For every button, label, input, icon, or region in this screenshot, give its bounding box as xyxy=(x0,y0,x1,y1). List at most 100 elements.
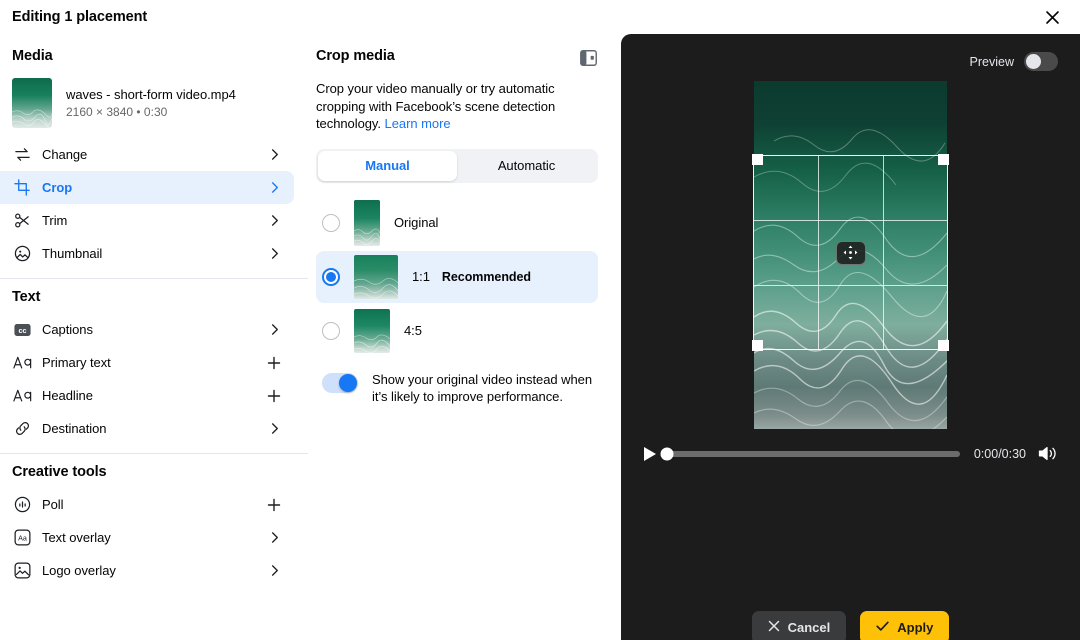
sidebar-item-label: Headline xyxy=(42,388,93,403)
sidebar-item-label: Primary text xyxy=(42,355,111,370)
sidebar-item-logo-overlay[interactable]: Logo overlay xyxy=(0,554,294,587)
video-stage xyxy=(752,81,949,429)
sidebar-item-thumbnail[interactable]: Thumbnail xyxy=(0,237,294,270)
original-video-toggle-row[interactable]: Show your original video instead when it… xyxy=(316,371,598,406)
learn-more-link[interactable]: Learn more xyxy=(385,116,451,131)
crop-handle-bottom-left[interactable] xyxy=(752,340,763,351)
cancel-button[interactable]: Cancel xyxy=(751,611,847,640)
preview-toggle[interactable] xyxy=(1024,52,1058,71)
sidebar-item-label: Thumbnail xyxy=(42,246,103,261)
apply-button[interactable]: Apply xyxy=(860,611,950,640)
crop-handle-bottom-right[interactable] xyxy=(938,340,949,351)
svg-text:cc: cc xyxy=(18,325,26,334)
section-title-creative-tools: Creative tools xyxy=(12,464,107,480)
ratio-thumbnail xyxy=(354,308,390,353)
poll-icon xyxy=(12,495,32,515)
plus-icon xyxy=(266,389,282,403)
text-format-icon xyxy=(12,386,32,406)
radio-1-1[interactable] xyxy=(322,267,340,286)
thumbnail-icon xyxy=(12,244,32,264)
scissors-icon xyxy=(12,211,32,231)
video-scrubber[interactable] xyxy=(660,447,960,460)
radio-original[interactable] xyxy=(322,213,340,232)
close-icon[interactable] xyxy=(1038,3,1066,31)
sidebar-item-label: Destination xyxy=(42,421,107,436)
sidebar-item-label: Change xyxy=(42,147,88,162)
media-file-row[interactable]: waves - short-form video.mp4 2160 × 3840… xyxy=(0,72,308,138)
ratio-label-group: 1:1 Recommended xyxy=(412,269,531,284)
chevron-right-icon xyxy=(266,323,282,336)
ratio-label: 4:5 xyxy=(404,323,422,338)
page-title: Editing 1 placement xyxy=(12,9,148,25)
chevron-right-icon xyxy=(266,564,282,577)
crop-ratio-option-original[interactable]: Original xyxy=(316,197,598,249)
swap-arrows-icon xyxy=(12,145,32,165)
media-thumbnail xyxy=(12,78,52,128)
close-icon xyxy=(768,620,780,635)
ratio-label: Original xyxy=(394,215,439,230)
text-overlay-icon: Aa xyxy=(12,528,32,548)
crop-panel-header: Crop media xyxy=(316,48,598,68)
text-format-icon xyxy=(12,353,32,373)
crop-ratio-option-4-5[interactable]: 4:5 xyxy=(316,305,598,357)
scrubber-knob[interactable] xyxy=(660,447,674,460)
media-file-name: waves - short-form video.mp4 xyxy=(66,87,236,102)
chevron-right-icon xyxy=(266,148,282,161)
crop-ratio-option-1-1[interactable]: 1:1 Recommended xyxy=(316,250,598,303)
sidebar-item-crop[interactable]: Crop xyxy=(0,171,294,204)
editor-dialog: Editing 1 placement Media waves - short-… xyxy=(0,0,1080,640)
dialog-footer: Cancel Apply xyxy=(621,611,1080,640)
original-video-toggle-label: Show your original video instead when it… xyxy=(372,371,593,405)
section-title-text: Text xyxy=(12,289,41,305)
video-time: 0:00/0:30 xyxy=(973,446,1026,461)
crop-selection-box[interactable] xyxy=(752,154,949,351)
play-icon[interactable] xyxy=(643,446,657,462)
crop-mode-tabs: Manual Automatic xyxy=(316,148,598,183)
chevron-right-icon xyxy=(266,214,282,227)
ratio-label-group: Original xyxy=(394,215,438,230)
volume-icon[interactable] xyxy=(1038,445,1058,462)
section-title-media: Media xyxy=(12,48,53,64)
sidebar-item-change[interactable]: Change xyxy=(0,138,294,171)
ratio-label: 1:1 xyxy=(412,269,430,284)
ratio-label-group: 4:5 xyxy=(404,323,422,338)
sidebar-item-label: Text overlay xyxy=(42,530,111,545)
crop-media-panel: Crop media Crop your video manually or t… xyxy=(308,34,614,640)
sidebar-item-label: Trim xyxy=(42,213,68,228)
tab-manual[interactable]: Manual xyxy=(318,150,457,181)
sidebar-item-label: Captions xyxy=(42,322,93,337)
sidebar-item-label: Logo overlay xyxy=(42,563,116,578)
chevron-right-icon xyxy=(266,181,282,194)
image-overlay-icon xyxy=(12,561,32,581)
media-file-details: 2160 × 3840 • 0:30 xyxy=(66,105,168,119)
chevron-right-icon xyxy=(266,422,282,435)
crop-handle-top-left[interactable] xyxy=(752,154,763,165)
preview-toggle-label: Preview xyxy=(969,54,1014,69)
sidebar-item-headline[interactable]: Headline xyxy=(0,379,294,412)
crop-handle-top-right[interactable] xyxy=(938,154,949,165)
chevron-right-icon xyxy=(266,247,282,260)
video-preview-panel: Preview 0:00/0:30 Cancel Apply xyxy=(621,34,1080,640)
sidebar-item-text-overlay[interactable]: Aa Text overlay xyxy=(0,521,294,554)
tab-automatic[interactable]: Automatic xyxy=(457,151,596,181)
svg-text:Aa: Aa xyxy=(18,535,27,543)
original-video-toggle[interactable] xyxy=(322,372,358,393)
sidebar-item-poll[interactable]: Poll xyxy=(0,488,294,521)
sidebar-item-label: Poll xyxy=(42,497,64,512)
media-meta: waves - short-form video.mp4 2160 × 3840… xyxy=(66,87,236,119)
plus-icon xyxy=(266,498,282,512)
radio-4-5[interactable] xyxy=(322,321,340,340)
sidebar-item-trim[interactable]: Trim xyxy=(0,204,294,237)
crop-panel-title: Crop media xyxy=(316,48,395,64)
crop-icon xyxy=(12,178,32,198)
sidebar-item-primary-text[interactable]: Primary text xyxy=(0,346,294,379)
sidebar-item-captions[interactable]: cc Captions xyxy=(0,313,294,346)
side-panel-icon[interactable] xyxy=(578,48,598,68)
ratio-thumbnail xyxy=(354,199,380,246)
apply-button-label: Apply xyxy=(897,620,934,635)
preview-toggle-row: Preview xyxy=(621,34,1080,71)
move-icon[interactable] xyxy=(835,240,866,265)
sidebar-item-destination[interactable]: Destination xyxy=(0,412,294,445)
dialog-body: Media waves - short-form video.mp4 2160 … xyxy=(0,34,1080,640)
video-controls: 0:00/0:30 xyxy=(621,445,1080,462)
